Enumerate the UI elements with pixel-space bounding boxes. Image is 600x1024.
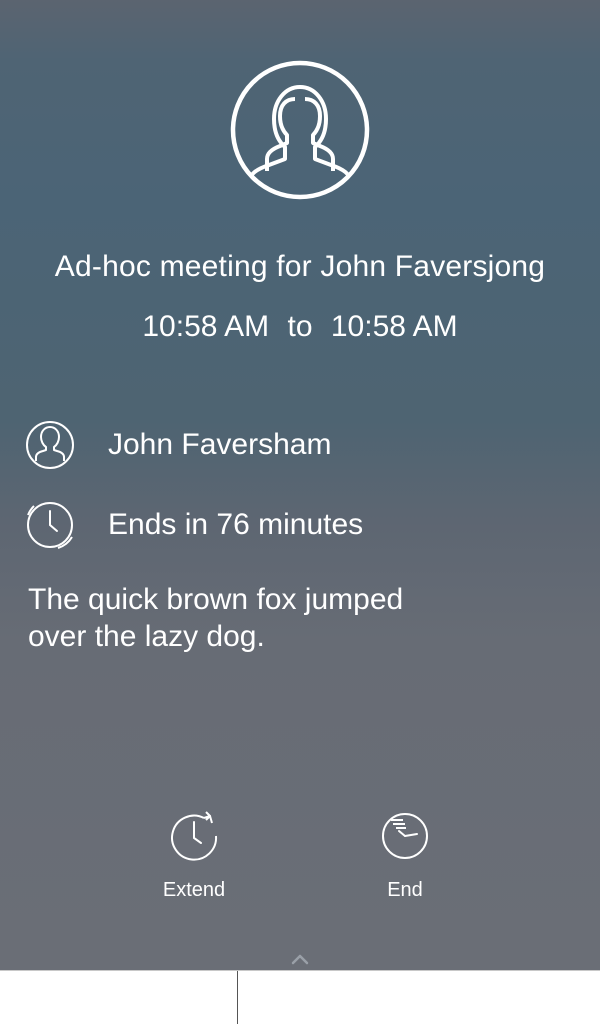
meeting-title: Ad-hoc meeting for John Faversjong [54,250,546,283]
organizer-row: John Faversham [24,419,331,471]
extend-button[interactable]: Extend [134,810,254,902]
end-time: 10:58 AM [330,310,458,343]
clock-icon [27,502,73,549]
bottom-panel [0,970,600,1024]
person-icon [26,421,74,469]
meeting-time-range: 10:58 AM to 10:58 AM [0,310,600,344]
time-separator: to [287,310,313,343]
ends-in-text: Ends in 76 minutes [108,508,364,541]
meeting-screen: Ad-hoc meeting for John Faversjong 10:58… [0,0,600,1024]
extend-label: Extend [162,879,226,901]
chevron-up-icon[interactable] [287,950,313,968]
ends-in-row: Ends in 76 minutes [24,499,363,551]
meeting-notes: The quick brown fox jumped over the lazy… [28,583,404,653]
end-button[interactable]: End [345,810,465,902]
group-avatar-icon [230,60,370,200]
end-clock-icon [382,813,428,859]
end-label: End [387,879,423,901]
panel-divider [237,971,238,1024]
extend-clock-icon [171,811,218,861]
organizer-name: John Faversham [108,428,332,461]
start-time: 10:58 AM [142,310,270,343]
